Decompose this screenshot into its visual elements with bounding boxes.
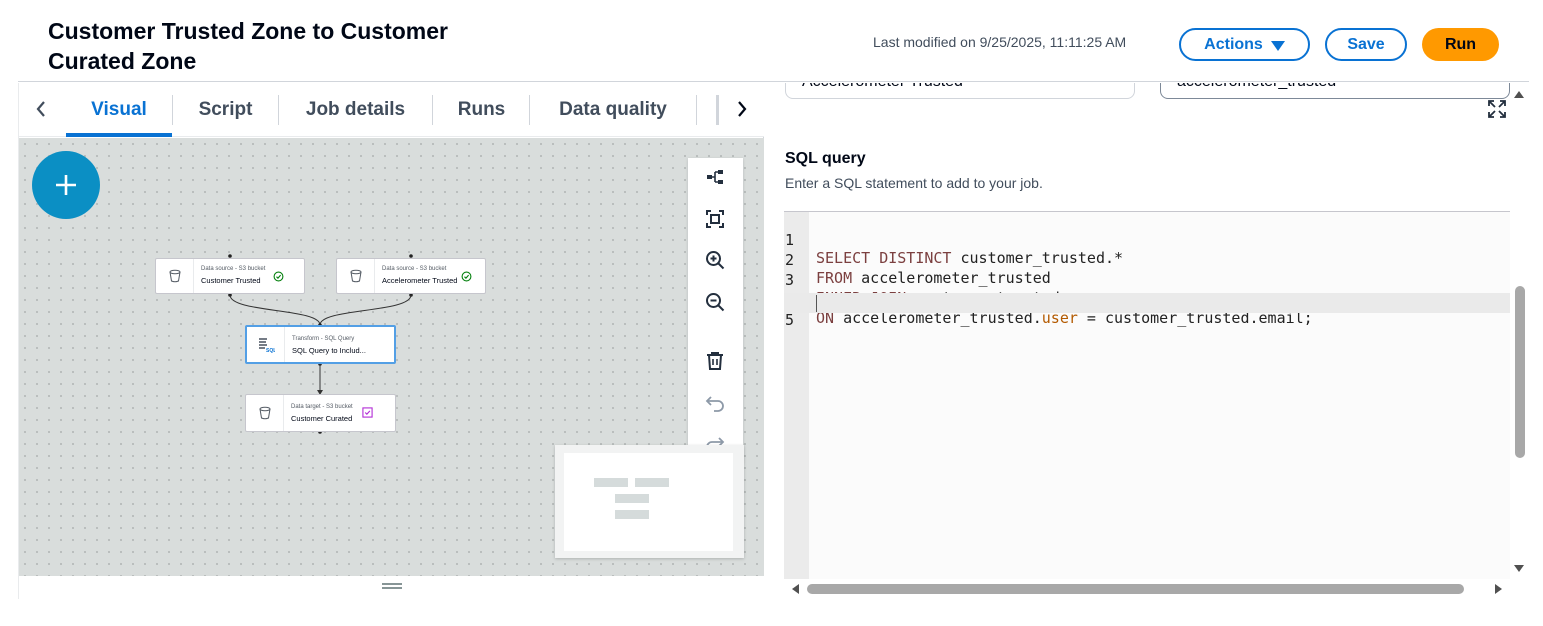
code-line: 2 FROM accelerometer_trusted <box>784 233 1510 287</box>
line-number: 5 <box>785 311 795 329</box>
last-modified-text: Last modified on 9/25/2025, 11:11:25 AM <box>873 34 1127 50</box>
zoom-out-icon[interactable] <box>702 289 728 315</box>
scroll-right-icon[interactable] <box>1494 583 1504 595</box>
check-circle-icon <box>273 271 284 282</box>
code-line: 4 ON accelerometer_trusted.user = custom… <box>784 273 1510 327</box>
node-name-label: SQL Query to Includ... <box>292 346 366 355</box>
node-type-label: Data source - S3 bucket <box>201 266 266 272</box>
minimap-node <box>635 478 669 487</box>
minimap-node <box>615 494 649 503</box>
minimap-viewport <box>564 453 733 551</box>
page-header: Customer Trusted Zone to Customer Curate… <box>18 8 1529 82</box>
sql-icon: SQL <box>247 327 285 362</box>
chevron-right-icon[interactable] <box>730 97 754 121</box>
run-button[interactable]: Run <box>1422 28 1499 61</box>
table-name-field[interactable]: accelerometer_trusted <box>1160 83 1510 99</box>
node-customer-curated[interactable]: Data target - S3 bucket Customer Curated <box>245 394 396 432</box>
undo-icon[interactable] <box>702 390 728 416</box>
node-name-label: Customer Curated <box>291 414 353 423</box>
job-canvas[interactable]: Data source - S3 bucket Customer Trusted… <box>19 138 764 576</box>
chevron-left-icon[interactable] <box>29 97 53 121</box>
tab-bar: Visual Script Job details Runs Data qual… <box>19 83 764 137</box>
scroll-up-icon[interactable] <box>1513 89 1525 99</box>
tab-divider <box>696 95 697 125</box>
node-type-label: Transform - SQL Query <box>292 336 355 342</box>
tab-script[interactable]: Script <box>173 83 278 137</box>
tab-runs[interactable]: Runs <box>433 83 530 137</box>
zoom-in-icon[interactable] <box>702 247 728 273</box>
actions-button[interactable]: Actions <box>1179 28 1310 61</box>
node-accelerometer-trusted[interactable]: Data source - S3 bucket Accelerometer Tr… <box>336 258 486 294</box>
check-circle-icon <box>461 271 472 282</box>
scroll-left-icon[interactable] <box>790 583 800 595</box>
s3-bucket-icon <box>246 395 284 431</box>
tab-job-details[interactable]: Job details <box>279 83 432 137</box>
canvas-toolbar <box>688 158 743 463</box>
node-name-label: Customer Trusted <box>201 276 261 285</box>
fit-view-icon[interactable] <box>702 206 728 232</box>
tab-data-quality[interactable]: Data quality <box>530 83 696 137</box>
tab-overflow-edge <box>716 95 719 125</box>
caret-down-icon <box>1270 40 1285 51</box>
page-title: Customer Trusted Zone to Customer Curate… <box>48 18 448 74</box>
node-properties-pane: Accelerometer Trusted accelerometer_trus… <box>765 83 1529 599</box>
s3-bucket-icon <box>337 259 375 293</box>
node-name-label: Accelerometer Trusted <box>382 276 458 285</box>
minimap-node <box>615 510 649 519</box>
visual-editor-pane: Visual Script Job details Runs Data qual… <box>18 83 764 599</box>
node-type-label: Data target - S3 bucket <box>291 404 353 410</box>
sql-query-heading: SQL query <box>785 150 866 167</box>
code-line: 1 SELECT DISTINCT customer_trusted.* <box>784 213 1510 267</box>
expand-icon[interactable] <box>1487 99 1507 119</box>
save-button[interactable]: Save <box>1325 28 1407 61</box>
scroll-down-icon[interactable] <box>1513 564 1525 574</box>
canvas-footer <box>19 576 764 599</box>
check-square-icon <box>362 407 373 418</box>
code-line-active: 5 <box>784 293 1510 329</box>
minimap-node <box>594 478 628 487</box>
node-type-label: Data source - S3 bucket <box>382 266 447 272</box>
delete-icon[interactable] <box>702 348 728 374</box>
sql-query-description: Enter a SQL statement to add to your job… <box>785 175 1043 191</box>
node-customer-trusted[interactable]: Data source - S3 bucket Customer Trusted <box>155 258 305 294</box>
svg-text:SQL: SQL <box>266 348 275 353</box>
node-sql-query[interactable]: SQL Transform - SQL Query SQL Query to I… <box>245 325 396 364</box>
actions-button-label: Actions <box>1204 35 1263 53</box>
s3-bucket-icon <box>156 259 194 293</box>
vertical-scrollbar[interactable] <box>1515 286 1525 458</box>
canvas-minimap[interactable] <box>555 445 744 558</box>
tab-visual[interactable]: Visual <box>66 83 172 137</box>
text-cursor <box>816 295 817 312</box>
horizontal-scrollbar[interactable] <box>807 584 1464 594</box>
sql-editor[interactable]: 1 SELECT DISTINCT customer_trusted.* 2 F… <box>784 211 1510 579</box>
resize-handle-icon[interactable] <box>382 583 402 589</box>
code-line: 3 INNER JOIN customer_trusted <box>784 253 1510 307</box>
node-name-field[interactable]: Accelerometer Trusted <box>785 83 1135 99</box>
layout-icon[interactable] <box>702 164 728 190</box>
